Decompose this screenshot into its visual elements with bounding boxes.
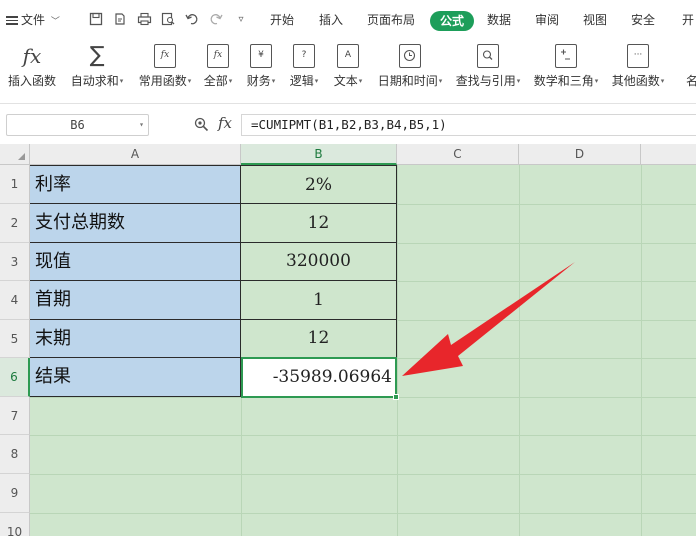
math-caret-icon: ▾: [594, 77, 599, 85]
financial-functions-button[interactable]: ¥ 财务▾: [242, 40, 280, 104]
other-caret-icon: ▾: [660, 77, 665, 85]
print-icon[interactable]: [136, 12, 152, 28]
financial-functions-label: 财务: [246, 74, 271, 88]
tab-security[interactable]: 安全: [631, 0, 655, 40]
hamburger-icon: [6, 14, 18, 27]
save-icon[interactable]: [88, 12, 104, 28]
tab-home[interactable]: 开始: [270, 0, 294, 40]
lookup-functions-label: 查找与引用: [455, 74, 516, 88]
logical-functions-label: 逻辑: [289, 74, 314, 88]
file-menu-label: 文件: [21, 13, 46, 27]
formula-input[interactable]: =CUMIPMT(B1,B2,B3,B4,B5,1): [241, 114, 696, 136]
file-menu-button[interactable]: 文件 ﹀: [6, 0, 60, 40]
autosum-label: 自动求和: [70, 74, 119, 88]
common-functions-label: 常用函数: [138, 74, 187, 88]
customize-toolbar-icon[interactable]: ▿: [233, 12, 249, 28]
lookup-magnifier-icon: [477, 44, 499, 68]
financial-caret-icon: ▾: [271, 77, 276, 85]
insert-function-fx-icon[interactable]: fx: [218, 114, 232, 132]
name-box-dropdown-icon[interactable]: ▾: [139, 115, 144, 135]
name-box[interactable]: B6 ▾: [6, 114, 149, 136]
undo-icon[interactable]: [184, 12, 200, 28]
spreadsheet-grid: A B C D 1 2 3 4 5 6 7 8 9 10 利率 支付总期数 现值…: [0, 144, 696, 536]
name-manager-button[interactable]: 名: [686, 40, 696, 104]
yen-icon: ¥: [250, 44, 272, 68]
chevron-down-icon: ﹀: [50, 17, 60, 27]
all-functions-caret-icon: ▾: [228, 77, 233, 85]
insert-function-label: 插入函数: [7, 74, 56, 88]
red-pointer-arrow-icon: [402, 262, 575, 376]
formula-ribbon: fx 插入函数 ∑ 自动求和▾ fx 常用函数▾ fx 全部▾ ¥ 财务▾ ? …: [0, 40, 696, 104]
common-functions-button[interactable]: fx 常用函数▾: [133, 40, 197, 104]
autosum-caret-icon: ▾: [119, 77, 124, 85]
tab-review[interactable]: 审阅: [535, 0, 559, 40]
tab-page-layout[interactable]: 页面布局: [367, 0, 415, 40]
name-manager-label: 名: [686, 74, 696, 88]
datetime-functions-label: 日期和时间: [377, 74, 438, 88]
common-functions-caret-icon: ▾: [187, 77, 192, 85]
logical-functions-button[interactable]: ? 逻辑▾: [285, 40, 323, 104]
more-dots-icon: ···: [627, 44, 649, 68]
text-functions-label: 文本: [333, 74, 358, 88]
zoom-magnifier-icon[interactable]: [194, 117, 209, 132]
export-pdf-icon[interactable]: [112, 12, 128, 28]
yen-glyph: ¥: [258, 50, 264, 60]
other-functions-button[interactable]: ··· 其他函数▾: [608, 40, 668, 104]
text-caret-icon: ▾: [358, 77, 363, 85]
fx-icon: fx: [22, 44, 42, 68]
datetime-functions-button[interactable]: 日期和时间▾: [373, 40, 447, 104]
math-functions-label: 数学和三角: [533, 74, 594, 88]
sigma-icon: ∑: [89, 43, 105, 68]
math-plus-minus-icon: [555, 44, 577, 68]
tab-formulas[interactable]: 公式: [430, 11, 474, 31]
common-functions-icon: fx: [154, 44, 176, 68]
name-box-value: B6: [70, 118, 85, 132]
question-icon: ?: [293, 44, 315, 68]
all-functions-label: 全部: [203, 74, 228, 88]
math-functions-button[interactable]: 数学和三角▾: [529, 40, 603, 104]
redo-icon[interactable]: [208, 12, 224, 28]
text-functions-button[interactable]: A 文本▾: [329, 40, 367, 104]
logical-caret-icon: ▾: [314, 77, 319, 85]
insert-function-button[interactable]: fx 插入函数: [4, 40, 60, 104]
clock-icon: [399, 44, 421, 68]
datetime-caret-icon: ▾: [438, 77, 443, 85]
text-a-glyph: A: [344, 50, 352, 60]
tab-data[interactable]: 数据: [487, 0, 511, 40]
other-functions-label: 其他函数: [611, 74, 660, 88]
autosum-button[interactable]: ∑ 自动求和▾: [66, 40, 128, 104]
lookup-functions-button[interactable]: 查找与引用▾: [452, 40, 524, 104]
tab-view[interactable]: 视图: [583, 0, 607, 40]
formula-bar: B6 ▾ fx =CUMIPMT(B1,B2,B3,B4,B5,1): [0, 104, 696, 144]
print-preview-icon[interactable]: [160, 12, 176, 28]
text-a-icon: A: [337, 44, 359, 68]
tab-insert[interactable]: 插入: [319, 0, 343, 40]
tab-developer[interactable]: 开: [682, 0, 694, 40]
question-glyph: ?: [301, 50, 307, 60]
lookup-caret-icon: ▾: [516, 77, 521, 85]
all-functions-button[interactable]: fx 全部▾: [199, 40, 237, 104]
all-functions-icon: fx: [207, 44, 229, 68]
menu-bar: 文件 ﹀ ▿ 开始 插入 页面布局 公式 数据 审阅 视图 安全 开: [0, 0, 696, 40]
